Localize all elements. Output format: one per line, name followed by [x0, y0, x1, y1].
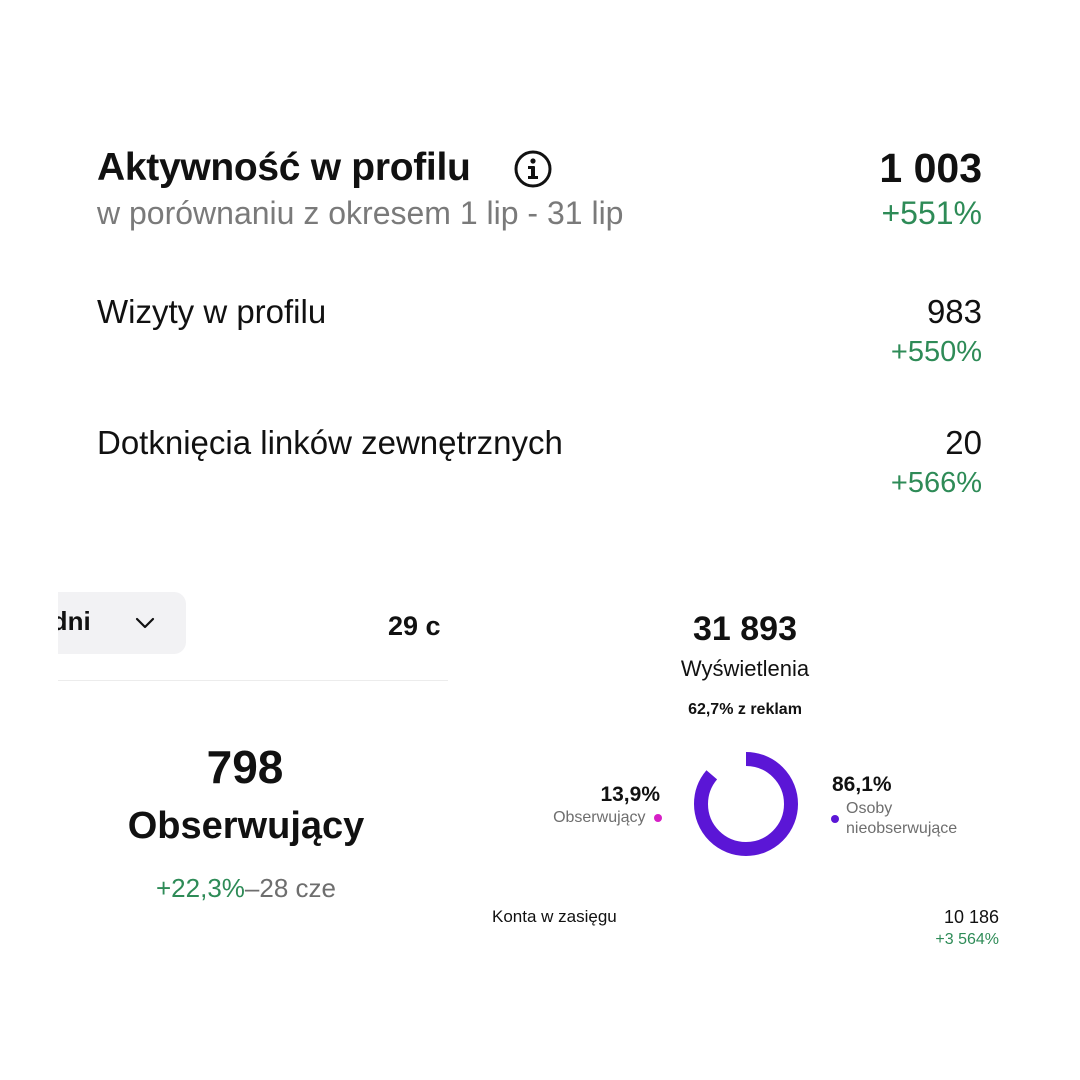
- followers-change-percent: +22,3%: [156, 873, 245, 903]
- views-count: 31 893: [693, 610, 797, 648]
- followers-label: Obserwujący: [127, 805, 365, 847]
- activity-total: 1 003: [879, 145, 982, 191]
- followers-share-legend: Obserwujący: [500, 809, 662, 827]
- nonfollowers-share-value: 86,1%: [832, 773, 892, 796]
- crop-mask-right: [448, 590, 508, 670]
- activity-title: Aktywność w profilu: [97, 146, 471, 189]
- activity-change: +551%: [881, 195, 982, 231]
- metric-label-link-taps: Dotknięcia linków zewnętrznych: [97, 424, 563, 461]
- reach-label: Konta w zasięgu: [492, 907, 617, 926]
- comparison-period: w porównaniu z okresem 1 lip - 31 lip: [97, 195, 624, 231]
- nonfollowers-label-line2: nieobserwujące: [846, 820, 958, 837]
- metric-value-profile-visits: 983: [926, 293, 982, 330]
- views-label: Wyświetlenia: [680, 656, 810, 681]
- views-ads-share: 62,7% z reklam: [688, 701, 802, 718]
- metric-change-profile-visits: +550%: [890, 336, 982, 368]
- metric-value-link-taps: 20: [945, 424, 982, 461]
- followers-change: +22,3%–28 cze: [96, 873, 396, 904]
- date-range-label: 29 c: [388, 611, 441, 641]
- reach-value: 10 186: [943, 907, 999, 927]
- donut-segment-nonfollowers: [694, 752, 798, 856]
- followers-share-label: Obserwujący: [553, 809, 646, 826]
- metric-change-link-taps: +566%: [890, 467, 982, 499]
- info-icon[interactable]: [513, 149, 553, 189]
- followers-share-value: 13,9%: [600, 783, 660, 806]
- audience-donut-chart: [694, 752, 798, 856]
- followers-change-date: –28 cze: [244, 873, 336, 903]
- nonfollowers-label-line1: Osoby: [846, 800, 893, 817]
- reach-change: +3 564%: [935, 931, 999, 948]
- followers-legend-dot: [654, 813, 662, 822]
- crop-mask-left: [0, 560, 58, 690]
- metric-label-profile-visits: Wizyty w profilu: [97, 293, 327, 330]
- divider: [58, 680, 448, 681]
- nonfollowers-legend-dot: [831, 815, 839, 823]
- followers-count: 798: [206, 741, 284, 793]
- chevron-down-icon: [135, 617, 155, 629]
